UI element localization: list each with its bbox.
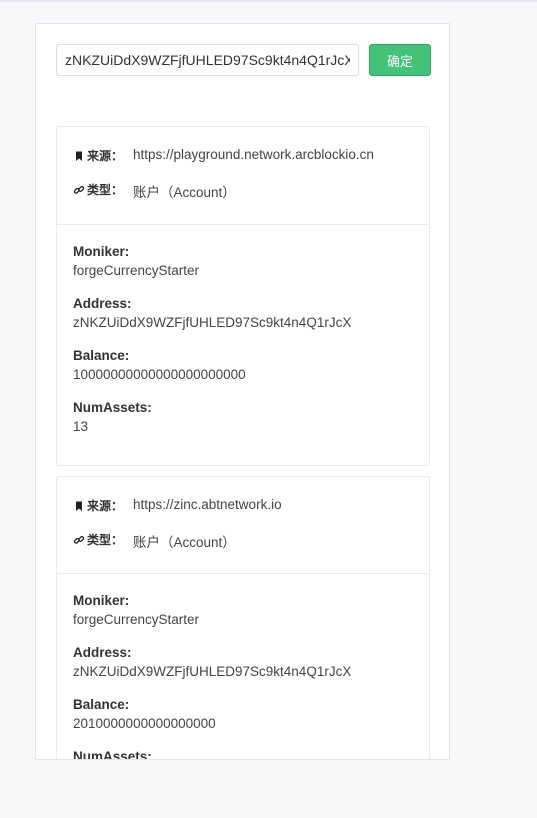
- address-field: Address: zNKZUiDdX9WZFjfUHLED97Sc9kt4n4Q…: [73, 644, 413, 682]
- source-label: 来源：: [87, 149, 124, 163]
- source-row: 来源： https://zinc.abtnetwork.io: [73, 497, 413, 531]
- card-body: Moniker: forgeCurrencyStarter Address: z…: [57, 574, 429, 760]
- card-header: 来源： https://playground.network.arcblocki…: [57, 127, 429, 225]
- num-assets-value: 13: [73, 419, 89, 434]
- top-divider: [0, 0, 537, 2]
- num-assets-label: NumAssets:: [73, 749, 152, 760]
- card-body: Moniker: forgeCurrencyStarter Address: z…: [57, 225, 429, 437]
- source-label: 来源：: [87, 499, 124, 513]
- moniker-field: Moniker: forgeCurrencyStarter: [73, 592, 413, 630]
- moniker-value: forgeCurrencyStarter: [73, 263, 200, 278]
- type-row: 类型： 账户（Account）: [73, 531, 413, 565]
- source-row: 来源： https://playground.network.arcblocki…: [73, 147, 413, 181]
- balance-value: 2010000000000000000: [73, 716, 216, 731]
- link-icon: [73, 185, 85, 194]
- balance-field: Balance: 2010000000000000000: [73, 696, 413, 734]
- search-bar: 确定: [56, 44, 431, 76]
- bookmark-icon: [76, 151, 82, 161]
- type-label: 类型：: [87, 533, 124, 547]
- address-input[interactable]: [56, 44, 359, 76]
- query-panel: 确定 来源： https://playground.network.arcblo…: [35, 23, 450, 760]
- num-assets-field: NumAssets:: [73, 748, 413, 760]
- num-assets-field: NumAssets: 13: [73, 399, 413, 437]
- source-value: https://playground.network.arcblockio.cn: [133, 147, 374, 162]
- balance-label: Balance:: [73, 348, 130, 363]
- address-field: Address: zNKZUiDdX9WZFjfUHLED97Sc9kt4n4Q…: [73, 295, 413, 333]
- address-value: zNKZUiDdX9WZFjfUHLED97Sc9kt4n4Q1rJcX: [73, 315, 352, 330]
- address-value: zNKZUiDdX9WZFjfUHLED97Sc9kt4n4Q1rJcX: [73, 664, 352, 679]
- moniker-label: Moniker:: [73, 593, 130, 608]
- balance-value: 10000000000000000000000: [73, 367, 246, 382]
- type-key: 类型：: [73, 531, 133, 548]
- num-assets-label: NumAssets:: [73, 400, 152, 415]
- type-key: 类型：: [73, 181, 133, 198]
- type-value: 账户（Account）: [133, 185, 236, 200]
- balance-label: Balance:: [73, 697, 130, 712]
- moniker-value: forgeCurrencyStarter: [73, 612, 200, 627]
- type-row: 类型： 账户（Account）: [73, 181, 413, 215]
- result-card: 来源： https://playground.network.arcblocki…: [56, 126, 430, 466]
- result-card: 来源： https://zinc.abtnetwork.io 类型： 账户（Ac…: [56, 476, 430, 760]
- confirm-button[interactable]: 确定: [369, 44, 431, 76]
- link-icon: [73, 535, 85, 544]
- source-key: 来源：: [73, 497, 133, 514]
- moniker-label: Moniker:: [73, 244, 130, 259]
- source-value: https://zinc.abtnetwork.io: [133, 497, 282, 512]
- balance-field: Balance: 10000000000000000000000: [73, 347, 413, 385]
- card-header: 来源： https://zinc.abtnetwork.io 类型： 账户（Ac…: [57, 477, 429, 574]
- address-label: Address:: [73, 296, 132, 311]
- bookmark-icon: [76, 501, 82, 511]
- moniker-field: Moniker: forgeCurrencyStarter: [73, 243, 413, 281]
- source-key: 来源：: [73, 147, 133, 164]
- type-value: 账户（Account）: [133, 535, 236, 550]
- type-label: 类型：: [87, 183, 124, 197]
- address-label: Address:: [73, 645, 132, 660]
